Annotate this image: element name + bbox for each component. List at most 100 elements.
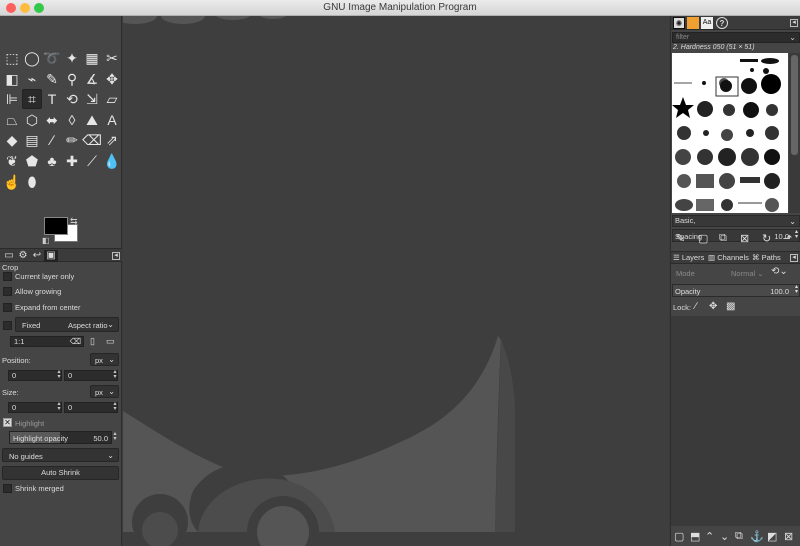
smudge-icon[interactable]: ☝ xyxy=(2,172,22,192)
open-brush-as-image-icon[interactable]: ⬏ xyxy=(783,232,792,245)
device-status-tab[interactable]: ▭ xyxy=(2,250,16,262)
delete-brush-icon[interactable]: ⊠ xyxy=(740,232,749,245)
duplicate-layer-icon[interactable]: ⧉ xyxy=(735,530,743,543)
new-brush-icon[interactable]: ▢ xyxy=(698,232,708,245)
scale-icon[interactable]: ⇲ xyxy=(82,89,102,109)
spacing-spinner[interactable]: ▴ ▾ xyxy=(795,229,798,240)
layers-tab[interactable]: ☰ Layers xyxy=(673,252,704,264)
brush-tag-dropdown[interactable]: Basic, ⌄ xyxy=(672,215,800,227)
highlight-opacity-slider[interactable]: Highlight opacity 50.0 xyxy=(9,431,112,444)
warp-icon[interactable]: ◊ xyxy=(62,110,82,130)
clear-input-icon[interactable]: ⌫ xyxy=(70,337,81,346)
switch-mode-icon[interactable]: ⟲⌄ xyxy=(771,266,788,277)
fixed-mode-dropdown[interactable]: Fixed Aspect ratio ⌄ xyxy=(15,317,119,332)
size-h-spinner[interactable]: ▴ ▾ xyxy=(111,401,119,412)
tool-options-tab[interactable]: ⚙ xyxy=(16,250,30,262)
shear-icon[interactable]: ▱ xyxy=(102,89,122,109)
color-picker-icon[interactable]: ✎ xyxy=(42,69,62,89)
foreground-select-icon[interactable]: ◧ xyxy=(2,69,22,89)
select-by-color-icon[interactable]: ▦ xyxy=(82,48,102,68)
eraser-icon[interactable]: ⌫ xyxy=(82,130,102,150)
swap-colors-icon[interactable]: ⇆ xyxy=(70,216,78,227)
allow-growing-checkbox[interactable] xyxy=(3,287,12,296)
opacity-spinner[interactable]: ▴ ▾ xyxy=(795,284,798,295)
scrollbar-thumb[interactable] xyxy=(791,55,798,155)
text-tool-icon[interactable]: T xyxy=(42,89,62,109)
patterns-tab[interactable] xyxy=(687,17,699,29)
rect-select-icon[interactable]: ⬚ xyxy=(2,48,22,68)
scissors-select-icon[interactable]: ✂ xyxy=(102,48,122,68)
brushes-tab[interactable]: ✺ xyxy=(673,17,685,29)
cage-icon[interactable]: ⛰ xyxy=(82,110,102,130)
fonts-tab[interactable]: Aa xyxy=(701,17,713,29)
highlight-opacity-spinner[interactable]: ▴ ▾ xyxy=(111,431,119,442)
size-w-input[interactable]: 0 xyxy=(8,402,62,413)
auto-shrink-button[interactable]: Auto Shrink xyxy=(2,466,119,480)
dock-menu-icon[interactable]: ◂ xyxy=(112,252,120,260)
highlight-checkbox[interactable]: ✕ xyxy=(3,418,12,427)
layer-opacity-slider[interactable]: Opacity 100.0 ▴ ▾ xyxy=(672,284,800,297)
guides-dropdown[interactable]: No guides ⌄ xyxy=(2,448,119,462)
crop-icon[interactable]: ⌗ xyxy=(22,89,42,110)
undo-history-tab[interactable]: ↩ xyxy=(30,250,44,262)
dock-menu-icon[interactable]: ◂ xyxy=(790,19,798,27)
free-select-icon[interactable]: ➰ xyxy=(42,48,62,68)
lock-alpha-icon[interactable]: ▩ xyxy=(726,301,735,312)
zoom-icon[interactable]: ⚲ xyxy=(62,69,82,89)
landscape-icon[interactable]: ▭ xyxy=(106,336,115,347)
measure-icon[interactable]: ∡ xyxy=(82,69,102,89)
airbrush-icon[interactable]: ⇗ xyxy=(102,130,122,150)
fuzzy-select-icon[interactable]: ✦ xyxy=(62,48,82,68)
paths-tab[interactable]: ⌘ Paths xyxy=(752,252,781,264)
blur-icon[interactable]: 💧 xyxy=(102,151,122,171)
position-x-input[interactable]: 0 xyxy=(8,370,62,381)
lower-layer-icon[interactable]: ⌄ xyxy=(720,530,729,543)
position-y-input[interactable]: 0 xyxy=(64,370,118,381)
dodge-burn-icon[interactable]: ⬮ xyxy=(22,172,42,192)
position-y-spinner[interactable]: ▴ ▾ xyxy=(111,369,119,380)
paths-icon[interactable]: ⌁ xyxy=(22,69,42,89)
duplicate-brush-icon[interactable]: ⧉ xyxy=(719,232,727,245)
gradient-icon[interactable]: ▤ xyxy=(22,130,42,150)
size-unit-dropdown[interactable]: px ⌄ xyxy=(90,385,119,398)
raise-layer-icon[interactable]: ⌃ xyxy=(705,530,714,543)
pencil-icon[interactable]: ✏ xyxy=(62,130,82,150)
text-icon[interactable]: A xyxy=(102,110,122,130)
3d-transform-icon[interactable]: ⬡ xyxy=(22,110,42,130)
ellipse-select-icon[interactable]: ◯ xyxy=(22,48,42,68)
anchor-layer-icon[interactable]: ⚓ xyxy=(750,530,764,543)
size-w-spinner[interactable]: ▴ ▾ xyxy=(55,401,63,412)
delete-layer-icon[interactable]: ⊠ xyxy=(784,530,793,543)
position-unit-dropdown[interactable]: px ⌄ xyxy=(90,353,119,366)
aspect-ratio-input[interactable]: 1:1 ⌫ xyxy=(10,336,84,347)
clone-icon[interactable]: ♣ xyxy=(42,151,62,171)
images-tab[interactable]: ▣ xyxy=(44,250,58,262)
shrink-merged-checkbox[interactable] xyxy=(3,484,12,493)
ink-icon[interactable]: ⬟ xyxy=(22,151,42,171)
channels-tab[interactable]: ▥ Channels xyxy=(708,252,749,264)
move-icon[interactable]: ✥ xyxy=(102,69,122,89)
brush-filter-input[interactable]: filter ⌄ xyxy=(672,32,800,43)
paintbrush-icon[interactable]: ∕ xyxy=(42,130,62,150)
perspective-clone-icon[interactable]: ⟋ xyxy=(82,151,102,171)
refresh-brushes-icon[interactable]: ↻ xyxy=(762,232,771,245)
mypaint-brush-icon[interactable]: ❦ xyxy=(2,151,22,171)
bucket-fill-icon[interactable]: ◆ xyxy=(2,130,22,150)
brush-grid[interactable] xyxy=(672,53,788,213)
lock-pixels-icon[interactable]: ∕ xyxy=(695,301,697,312)
brush-spacing-slider[interactable]: Spacing 10.0 ▴ ▾ xyxy=(672,229,800,242)
expand-from-center-checkbox[interactable] xyxy=(3,303,12,312)
brush-grid-scrollbar[interactable] xyxy=(789,53,800,213)
align-icon[interactable]: ⊫ xyxy=(2,89,22,109)
perspective-icon[interactable]: ⏢ xyxy=(2,110,22,130)
reset-colors-icon[interactable]: ◧ xyxy=(42,236,50,245)
new-layer-icon[interactable]: ▢ xyxy=(674,530,684,543)
unified-transform-icon[interactable]: ⬌ xyxy=(42,110,62,130)
heal-icon[interactable]: ✚ xyxy=(62,151,82,171)
layers-list[interactable] xyxy=(671,316,800,526)
portrait-icon[interactable]: ▯ xyxy=(90,336,95,347)
dock-menu-icon[interactable]: ◂ xyxy=(790,254,798,262)
layer-mode-dropdown[interactable]: Normal ⌄ xyxy=(731,269,764,278)
position-x-spinner[interactable]: ▴ ▾ xyxy=(55,369,63,380)
rotate-icon[interactable]: ⟲ xyxy=(62,89,82,109)
